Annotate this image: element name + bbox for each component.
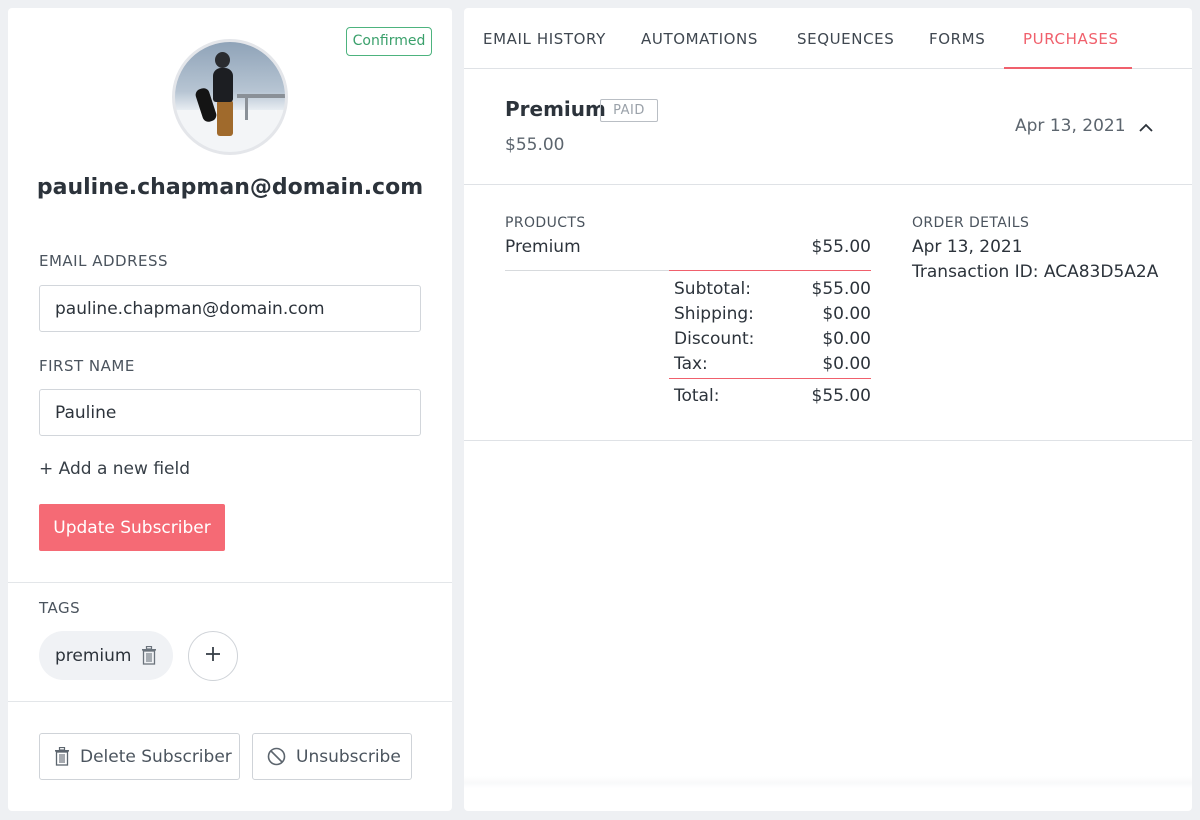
delete-subscriber-button[interactable]: Delete Subscriber xyxy=(39,733,240,780)
subtotal-label: Subtotal: xyxy=(674,279,751,299)
add-field-link[interactable]: + Add a new field xyxy=(39,459,190,479)
chevron-up-icon[interactable] xyxy=(1138,119,1154,138)
discount-label: Discount: xyxy=(674,329,755,349)
trash-icon[interactable] xyxy=(141,646,157,665)
divider xyxy=(8,701,452,702)
product-amount: $55.00 xyxy=(811,237,871,257)
email-address-label: EMAIL ADDRESS xyxy=(39,252,169,270)
order-date: Apr 13, 2021 xyxy=(912,237,1023,257)
products-label: PRODUCTS xyxy=(505,215,586,231)
divider xyxy=(8,582,452,583)
divider xyxy=(505,270,669,271)
divider xyxy=(464,184,1192,185)
divider xyxy=(464,440,1192,441)
avatar xyxy=(172,39,288,155)
tab-automations[interactable]: AUTOMATIONS xyxy=(641,30,758,48)
tab-bar: EMAIL HISTORY AUTOMATIONS SEQUENCES FORM… xyxy=(464,8,1192,69)
divider xyxy=(669,378,871,379)
plus-icon xyxy=(205,646,221,666)
purchase-title: Premium xyxy=(505,97,606,121)
transaction-id: Transaction ID: ACA83D5A2A xyxy=(912,262,1159,282)
update-subscriber-button[interactable]: Update Subscriber xyxy=(39,504,225,551)
order-details-label: ORDER DETAILS xyxy=(912,215,1030,231)
divider xyxy=(669,270,871,271)
tab-email-history[interactable]: EMAIL HISTORY xyxy=(483,30,606,48)
tags-label: TAGS xyxy=(39,599,81,617)
purchase-date: Apr 13, 2021 xyxy=(1015,116,1126,136)
detail-panel: EMAIL HISTORY AUTOMATIONS SEQUENCES FORM… xyxy=(464,8,1192,811)
tag-chip[interactable]: premium xyxy=(39,631,173,680)
discount-amount: $0.00 xyxy=(822,329,871,349)
trash-icon xyxy=(54,747,70,766)
shipping-label: Shipping: xyxy=(674,304,754,324)
first-name-field[interactable] xyxy=(39,389,421,436)
subscriber-email-heading: pauline.chapman@domain.com xyxy=(36,175,424,200)
total-label: Total: xyxy=(674,386,720,406)
status-badge: Confirmed xyxy=(346,27,432,56)
bottom-shadow xyxy=(464,776,1192,788)
tax-amount: $0.00 xyxy=(822,354,871,374)
first-name-label: FIRST NAME xyxy=(39,357,135,375)
active-tab-indicator xyxy=(1004,67,1132,69)
unsubscribe-label: Unsubscribe xyxy=(296,746,401,767)
paid-badge: PAID xyxy=(600,99,658,122)
product-name: Premium xyxy=(505,237,581,257)
add-tag-button[interactable] xyxy=(188,631,238,681)
tax-label: Tax: xyxy=(674,354,708,374)
subtotal-amount: $55.00 xyxy=(811,279,871,299)
block-icon xyxy=(267,747,286,766)
tab-sequences[interactable]: SEQUENCES xyxy=(797,30,894,48)
tag-label: premium xyxy=(55,645,132,666)
shipping-amount: $0.00 xyxy=(822,304,871,324)
tab-forms[interactable]: FORMS xyxy=(929,30,985,48)
subscriber-panel: Confirmed pauline.chapman@domain.com EMA… xyxy=(8,8,452,811)
total-amount: $55.00 xyxy=(811,386,871,406)
delete-subscriber-label: Delete Subscriber xyxy=(80,746,232,767)
tab-purchases[interactable]: PURCHASES xyxy=(1023,30,1119,48)
unsubscribe-button[interactable]: Unsubscribe xyxy=(252,733,412,780)
purchase-price: $55.00 xyxy=(505,135,565,155)
email-field[interactable] xyxy=(39,285,421,332)
